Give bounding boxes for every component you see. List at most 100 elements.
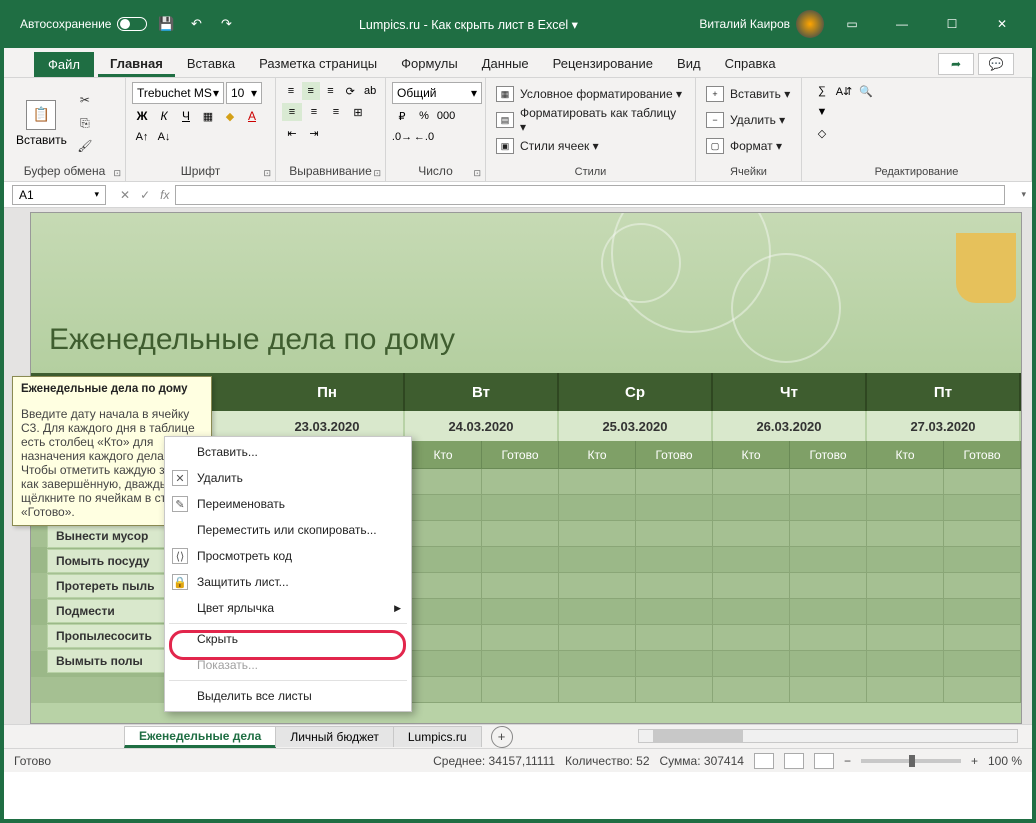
grid-cell[interactable]: [867, 625, 1021, 651]
grid-cell[interactable]: [559, 625, 713, 651]
grid-cell[interactable]: [405, 599, 559, 625]
grid-cell[interactable]: [559, 651, 713, 677]
grid-cell[interactable]: [405, 547, 559, 573]
tab-file[interactable]: Файл: [34, 52, 94, 77]
cell-styles-button[interactable]: ▣Стили ячеек ▾: [492, 134, 689, 158]
grid-cell[interactable]: [405, 677, 559, 703]
ctx-hide[interactable]: Скрыть: [165, 626, 411, 652]
date-cell[interactable]: 24.03.2020: [405, 411, 559, 441]
task-label[interactable]: Протереть пыль: [47, 574, 170, 598]
ribbon-opts-icon[interactable]: ▭: [830, 4, 874, 44]
font-color-icon[interactable]: А: [242, 107, 262, 125]
view-normal-icon[interactable]: [754, 753, 774, 769]
format-cells-button[interactable]: ▢Формат ▾: [702, 134, 795, 158]
fx-icon[interactable]: fx: [160, 188, 169, 202]
cancel-formula-icon[interactable]: ✕: [120, 188, 130, 202]
ctx-select-all[interactable]: Выделить все листы: [165, 683, 411, 709]
user-avatar[interactable]: [796, 10, 824, 38]
grid-cell[interactable]: [713, 651, 867, 677]
grid-cell[interactable]: [405, 651, 559, 677]
share-button[interactable]: ➦: [938, 53, 974, 75]
align-bottom-icon[interactable]: ≡: [322, 82, 340, 100]
fill-color-icon[interactable]: ◆: [220, 107, 240, 125]
task-label[interactable]: Вымыть полы: [47, 649, 170, 673]
underline-icon[interactable]: Ч: [176, 107, 196, 125]
decrease-font-icon[interactable]: A↓: [154, 128, 174, 146]
merge-icon[interactable]: ⊞: [348, 103, 368, 121]
tab-review[interactable]: Рецензирование: [541, 50, 665, 77]
insert-cells-button[interactable]: +Вставить ▾: [702, 82, 795, 106]
currency-icon[interactable]: ₽: [392, 107, 412, 125]
tab-insert[interactable]: Вставка: [175, 50, 247, 77]
grid-cell[interactable]: [713, 625, 867, 651]
ctx-protect[interactable]: 🔒Защитить лист...: [165, 569, 411, 595]
view-layout-icon[interactable]: [784, 753, 804, 769]
grid-cell[interactable]: [405, 521, 559, 547]
grid-cell[interactable]: [713, 677, 867, 703]
indent-dec-icon[interactable]: ⇤: [282, 124, 302, 142]
dec-decimal-icon[interactable]: ←.0: [414, 128, 434, 146]
sheet-tab[interactable]: Личный бюджет: [275, 726, 394, 747]
grid-cell[interactable]: [559, 677, 713, 703]
bold-icon[interactable]: Ж: [132, 107, 152, 125]
date-cell[interactable]: 25.03.2020: [559, 411, 713, 441]
grid-cell[interactable]: [867, 599, 1021, 625]
autosave-toggle[interactable]: Автосохранение: [20, 17, 147, 31]
sheet-tab[interactable]: Lumpics.ru: [393, 726, 482, 747]
grid-cell[interactable]: [559, 547, 713, 573]
ctx-rename[interactable]: ✎Переименовать: [165, 491, 411, 517]
save-icon[interactable]: 💾: [155, 13, 177, 35]
grid-cell[interactable]: [867, 495, 1021, 521]
minimize-icon[interactable]: —: [880, 4, 924, 44]
align-middle-icon[interactable]: ≡: [302, 82, 320, 100]
grid-cell[interactable]: [405, 573, 559, 599]
align-top-icon[interactable]: ≡: [282, 82, 300, 100]
clear-icon[interactable]: ◇: [812, 124, 832, 142]
grid-cell[interactable]: [713, 547, 867, 573]
fill-icon[interactable]: ▼: [812, 103, 832, 121]
date-cell[interactable]: 26.03.2020: [713, 411, 867, 441]
grid-cell[interactable]: [405, 625, 559, 651]
format-table-button[interactable]: ▤Форматировать как таблицу ▾: [492, 108, 689, 132]
inc-decimal-icon[interactable]: .0→: [392, 128, 412, 146]
orientation-icon[interactable]: ⟳: [341, 82, 359, 100]
horizontal-scrollbar[interactable]: [638, 729, 1018, 743]
grid-cell[interactable]: [559, 469, 713, 495]
ctx-move[interactable]: Переместить или скопировать...: [165, 517, 411, 543]
conditional-format-button[interactable]: ▦Условное форматирование ▾: [492, 82, 689, 106]
comments-button[interactable]: 💬: [978, 53, 1014, 75]
task-label[interactable]: Пропылесосить: [47, 624, 170, 648]
cut-icon[interactable]: ✂: [75, 90, 95, 110]
zoom-slider[interactable]: [861, 759, 961, 763]
ctx-insert[interactable]: Вставить...: [165, 439, 411, 465]
undo-icon[interactable]: ↶: [185, 13, 207, 35]
grid-cell[interactable]: [713, 573, 867, 599]
ctx-code[interactable]: ⟨⟩Просмотреть код: [165, 543, 411, 569]
grid-cell[interactable]: [405, 469, 559, 495]
grid-cell[interactable]: [559, 521, 713, 547]
delete-cells-button[interactable]: −Удалить ▾: [702, 108, 795, 132]
grid-cell[interactable]: [867, 547, 1021, 573]
enter-formula-icon[interactable]: ✓: [140, 188, 150, 202]
font-name-select[interactable]: Trebuchet MS▾: [132, 82, 224, 104]
grid-cell[interactable]: [867, 521, 1021, 547]
tab-home[interactable]: Главная: [98, 50, 175, 77]
task-label[interactable]: Вынести мусор: [47, 524, 170, 548]
grid-cell[interactable]: [713, 521, 867, 547]
percent-icon[interactable]: %: [414, 107, 434, 125]
grid-cell[interactable]: [867, 469, 1021, 495]
close-icon[interactable]: ✕: [980, 4, 1024, 44]
wrap-text-icon[interactable]: ab: [361, 82, 379, 100]
ctx-delete[interactable]: ✕Удалить: [165, 465, 411, 491]
grid-cell[interactable]: [713, 599, 867, 625]
sheet-tab-active[interactable]: Еженедельные дела: [124, 726, 276, 748]
tab-view[interactable]: Вид: [665, 50, 713, 77]
grid-cell[interactable]: [559, 599, 713, 625]
find-icon[interactable]: 🔍: [856, 82, 876, 100]
worksheet-area[interactable]: Еженедельные дела по дому Пн Вт Ср Чт Пт…: [4, 208, 1032, 724]
date-cell[interactable]: 27.03.2020: [867, 411, 1021, 441]
name-box[interactable]: A1▾: [12, 185, 106, 205]
formula-input[interactable]: [175, 185, 1005, 205]
format-painter-icon[interactable]: 🖌: [75, 136, 95, 156]
maximize-icon[interactable]: ☐: [930, 4, 974, 44]
